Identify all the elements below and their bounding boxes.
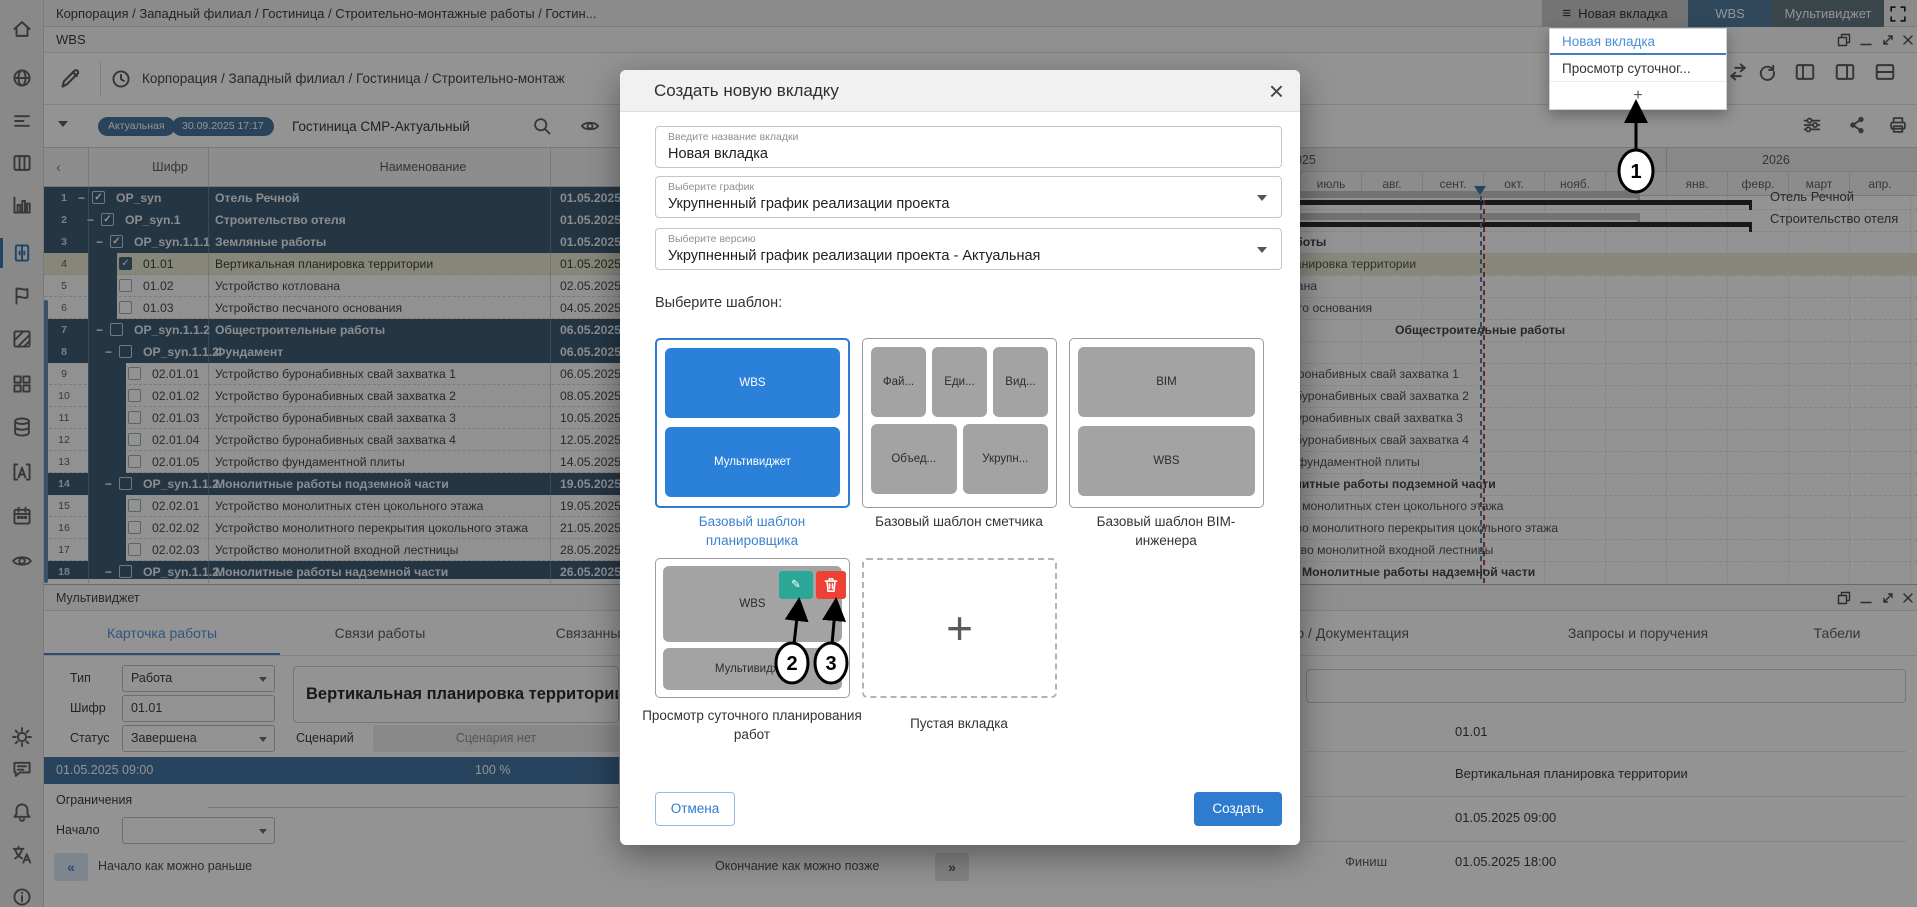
template-block: WBS: [665, 348, 840, 418]
modal-header: Создать новую вкладку ×: [620, 70, 1300, 112]
close-icon[interactable]: ×: [1269, 74, 1284, 108]
template-card-bim[interactable]: BIM WBS: [1069, 338, 1264, 508]
chevron-down-icon: [1257, 247, 1267, 253]
cancel-button[interactable]: Отмена: [655, 792, 735, 826]
template-label-daily-view: Просмотр суточного планирования работ: [642, 706, 862, 744]
template-label-empty: Пустая вкладка: [859, 714, 1059, 733]
template-block: WBS ✎: [663, 566, 842, 642]
template-label-planner: Базовый шаблон планировщика: [652, 512, 852, 550]
template-section-label: Выберите шаблон:: [655, 295, 782, 311]
create-tab-modal: Создать новую вкладку × Введите название…: [620, 70, 1300, 845]
template-block: Вид...: [993, 347, 1048, 417]
app-window: Корпорация / Западный филиал / Гостиница…: [0, 0, 1917, 907]
dropdown-add-tab-button[interactable]: +: [1550, 82, 1726, 109]
template-block: Объед...: [871, 424, 957, 494]
template-block: BIM: [1078, 347, 1255, 417]
template-block: Мультивидж...: [663, 648, 842, 690]
edit-template-button[interactable]: ✎: [779, 571, 813, 599]
pencil-icon: ✎: [791, 579, 801, 591]
template-block: Еди...: [932, 347, 987, 417]
template-label-estimator: Базовый шаблон сметчика: [844, 512, 1074, 531]
template-block: Фай...: [871, 347, 926, 417]
dropdown-item-new-tab[interactable]: Новая вкладка: [1550, 29, 1726, 55]
tab-dropdown-menu: Новая вкладка Просмотр суточног... +: [1549, 28, 1727, 110]
template-block: Мультивиджет: [665, 427, 840, 497]
create-button[interactable]: Создать: [1194, 792, 1282, 826]
modal-title: Создать новую вкладку: [654, 70, 839, 112]
template-label-bim: Базовый шаблон BIM-инженера: [1066, 512, 1266, 550]
dropdown-item-daily-view[interactable]: Просмотр суточног...: [1550, 55, 1726, 82]
version-select[interactable]: Выберите версию Укрупненный график реали…: [655, 228, 1282, 270]
plus-icon: +: [864, 560, 1055, 696]
schedule-select[interactable]: Выберите график Укрупненный график реали…: [655, 176, 1282, 218]
template-block: Укрупн...: [963, 424, 1049, 494]
template-block: WBS: [1078, 426, 1255, 496]
template-card-planner[interactable]: WBS Мультивиджет: [655, 338, 850, 508]
tab-name-input[interactable]: Введите название вкладки Новая вкладка: [655, 126, 1282, 168]
template-card-empty[interactable]: +: [862, 558, 1057, 698]
template-card-daily-view[interactable]: WBS ✎ Мультивидж...: [655, 558, 850, 698]
template-card-estimator[interactable]: Фай... Еди... Вид... Объед... Укрупн...: [862, 338, 1057, 508]
chevron-down-icon: [1257, 195, 1267, 201]
delete-template-button[interactable]: [816, 571, 846, 599]
